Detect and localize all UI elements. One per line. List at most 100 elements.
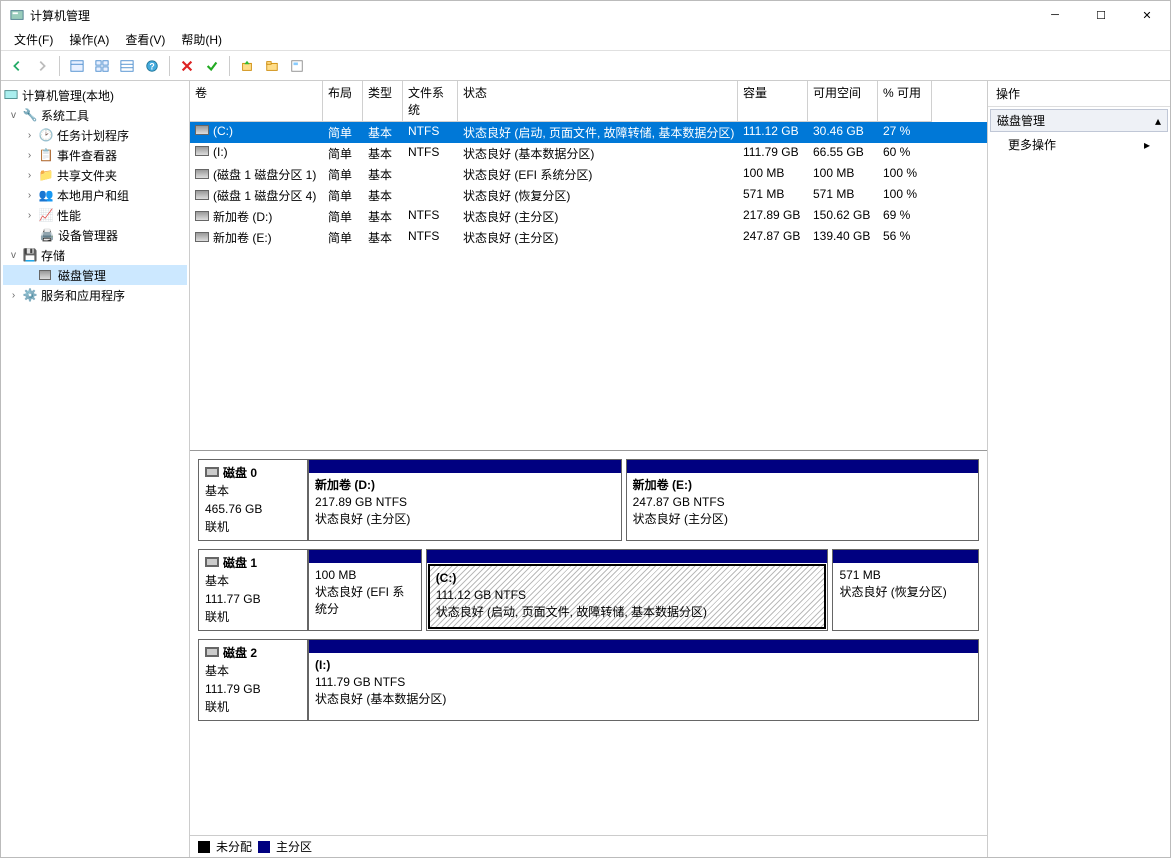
partition[interactable]: (C:)111.12 GB NTFS状态良好 (启动, 页面文件, 故障转储, … [426, 549, 829, 631]
expand-icon[interactable]: › [23, 169, 36, 181]
expand-icon[interactable]: › [23, 129, 36, 141]
vol-free: 100 MB [808, 164, 878, 185]
col-layout[interactable]: 布局 [323, 81, 363, 122]
col-volume[interactable]: 卷 [190, 81, 323, 122]
menu-help[interactable]: 帮助(H) [173, 28, 230, 51]
drive-icon [195, 125, 209, 135]
tree-shared[interactable]: ›📁共享文件夹 [3, 165, 187, 185]
minimize-button[interactable]: ─ [1032, 1, 1078, 29]
tree-diskmgmt[interactable]: 磁盘管理 [3, 265, 187, 285]
maximize-button[interactable]: ☐ [1078, 1, 1124, 29]
properties-icon[interactable] [286, 55, 308, 77]
close-button[interactable]: ✕ [1124, 1, 1170, 29]
disk-type: 基本 [205, 662, 301, 680]
col-capacity[interactable]: 容量 [738, 81, 808, 122]
volume-row[interactable]: (磁盘 1 磁盘分区 1)简单基本状态良好 (EFI 系统分区)100 MB10… [190, 164, 987, 185]
tree-users[interactable]: ›👥本地用户和组 [3, 185, 187, 205]
legend-unallocated: 未分配 [216, 838, 252, 855]
help-icon[interactable]: ? [141, 55, 163, 77]
disk-info[interactable]: 磁盘 0基本465.76 GB联机 [198, 459, 308, 541]
disk-graphical-view[interactable]: 磁盘 0基本465.76 GB联机新加卷 (D:)217.89 GB NTFS状… [190, 451, 987, 835]
partition-size: 111.12 GB NTFS [436, 587, 819, 604]
tree-eventviewer[interactable]: ›📋事件查看器 [3, 145, 187, 165]
collapse-icon[interactable]: v [7, 249, 20, 261]
partition[interactable]: (I:)111.79 GB NTFS状态良好 (基本数据分区) [308, 639, 979, 721]
col-status[interactable]: 状态 [458, 81, 738, 122]
check-icon[interactable] [201, 55, 223, 77]
menu-action[interactable]: 操作(A) [61, 28, 117, 51]
tree-devmgr[interactable]: 🖨️设备管理器 [3, 225, 187, 245]
view-detail-icon[interactable] [116, 55, 138, 77]
expand-icon[interactable]: › [23, 189, 36, 201]
volume-row[interactable]: (C:)简单基本NTFS状态良好 (启动, 页面文件, 故障转储, 基本数据分区… [190, 122, 987, 143]
menu-view[interactable]: 查看(V) [117, 28, 173, 51]
vol-fs: NTFS [403, 206, 458, 227]
actions-group[interactable]: 磁盘管理 ▴ [990, 109, 1168, 132]
partition-size: 217.89 GB NTFS [315, 494, 615, 511]
tree-systools[interactable]: v🔧系统工具 [3, 105, 187, 125]
disk-info[interactable]: 磁盘 1基本111.77 GB联机 [198, 549, 308, 631]
vol-capacity: 111.12 GB [738, 122, 808, 143]
folder-share-icon: 📁 [38, 167, 54, 183]
expand-icon[interactable]: › [7, 289, 20, 301]
expand-icon[interactable]: › [23, 209, 36, 221]
vol-status: 状态良好 (主分区) [458, 206, 738, 227]
legend-primary-swatch [258, 841, 270, 853]
col-free[interactable]: 可用空间 [808, 81, 878, 122]
tree-perf[interactable]: ›📈性能 [3, 205, 187, 225]
partition[interactable]: 新加卷 (D:)217.89 GB NTFS状态良好 (主分区) [308, 459, 622, 541]
actions-pane: 操作 磁盘管理 ▴ 更多操作 ▸ [988, 81, 1170, 857]
partition[interactable]: 571 MB状态良好 (恢复分区) [832, 549, 979, 631]
view-grid-icon[interactable] [91, 55, 113, 77]
view-list-icon[interactable] [66, 55, 88, 77]
volume-row[interactable]: 新加卷 (E:)简单基本NTFS状态良好 (主分区)247.87 GB139.4… [190, 227, 987, 248]
col-fs[interactable]: 文件系统 [403, 81, 458, 122]
vol-capacity: 217.89 GB [738, 206, 808, 227]
volume-row[interactable]: (磁盘 1 磁盘分区 4)简单基本状态良好 (恢复分区)571 MB571 MB… [190, 185, 987, 206]
volume-row[interactable]: 新加卷 (D:)简单基本NTFS状态良好 (主分区)217.89 GB150.6… [190, 206, 987, 227]
partition-size: 571 MB [839, 567, 972, 584]
expand-icon[interactable]: › [23, 149, 36, 161]
separator [229, 56, 230, 76]
svg-text:?: ? [149, 61, 154, 71]
forward-button[interactable] [31, 55, 53, 77]
back-button[interactable] [6, 55, 28, 77]
vol-pct: 100 % [878, 164, 932, 185]
disk-row[interactable]: 磁盘 2基本111.79 GB联机(I:)111.79 GB NTFS状态良好 … [198, 639, 979, 721]
partition-status: 状态良好 (主分区) [633, 511, 972, 528]
drive-icon [195, 169, 209, 179]
partition[interactable]: 100 MB状态良好 (EFI 系统分 [308, 549, 422, 631]
nav-tree[interactable]: 计算机管理(本地) v🔧系统工具 ›🕑任务计划程序 ›📋事件查看器 ›📁共享文件… [1, 81, 190, 857]
volume-list[interactable]: 卷 布局 类型 文件系统 状态 容量 可用空间 % 可用 (C:)简单基本NTF… [190, 81, 987, 451]
partition-bar [309, 460, 621, 473]
toolbar: ? [1, 51, 1170, 81]
col-type[interactable]: 类型 [363, 81, 403, 122]
vol-free: 139.40 GB [808, 227, 878, 248]
legend-unallocated-swatch [198, 841, 210, 853]
collapse-icon[interactable]: ▴ [1155, 114, 1161, 128]
partition-title: 新加卷 (D:) [315, 477, 615, 494]
actions-more[interactable]: 更多操作 ▸ [988, 132, 1170, 157]
col-pct[interactable]: % 可用 [878, 81, 932, 122]
tree-tasksched[interactable]: ›🕑任务计划程序 [3, 125, 187, 145]
disk-info[interactable]: 磁盘 2基本111.79 GB联机 [198, 639, 308, 721]
tree-root[interactable]: 计算机管理(本地) [3, 85, 187, 105]
vol-layout: 简单 [323, 185, 363, 206]
tree-storage[interactable]: v💾存储 [3, 245, 187, 265]
disk-row[interactable]: 磁盘 1基本111.77 GB联机100 MB状态良好 (EFI 系统分(C:)… [198, 549, 979, 631]
vol-pct: 27 % [878, 122, 932, 143]
folder-icon[interactable] [261, 55, 283, 77]
partition[interactable]: 新加卷 (E:)247.87 GB NTFS状态良好 (主分区) [626, 459, 979, 541]
vol-type: 基本 [363, 185, 403, 206]
up-icon[interactable] [236, 55, 258, 77]
volume-row[interactable]: (I:)简单基本NTFS状态良好 (基本数据分区)111.79 GB66.55 … [190, 143, 987, 164]
drive-icon [195, 211, 209, 221]
delete-icon[interactable] [176, 55, 198, 77]
disk-row[interactable]: 磁盘 0基本465.76 GB联机新加卷 (D:)217.89 GB NTFS状… [198, 459, 979, 541]
actions-header: 操作 [988, 81, 1170, 107]
collapse-icon[interactable]: v [7, 109, 20, 121]
volume-header-row: 卷 布局 类型 文件系统 状态 容量 可用空间 % 可用 [190, 81, 987, 122]
vol-fs: NTFS [403, 227, 458, 248]
menu-file[interactable]: 文件(F) [6, 28, 61, 51]
tree-services[interactable]: ›⚙️服务和应用程序 [3, 285, 187, 305]
